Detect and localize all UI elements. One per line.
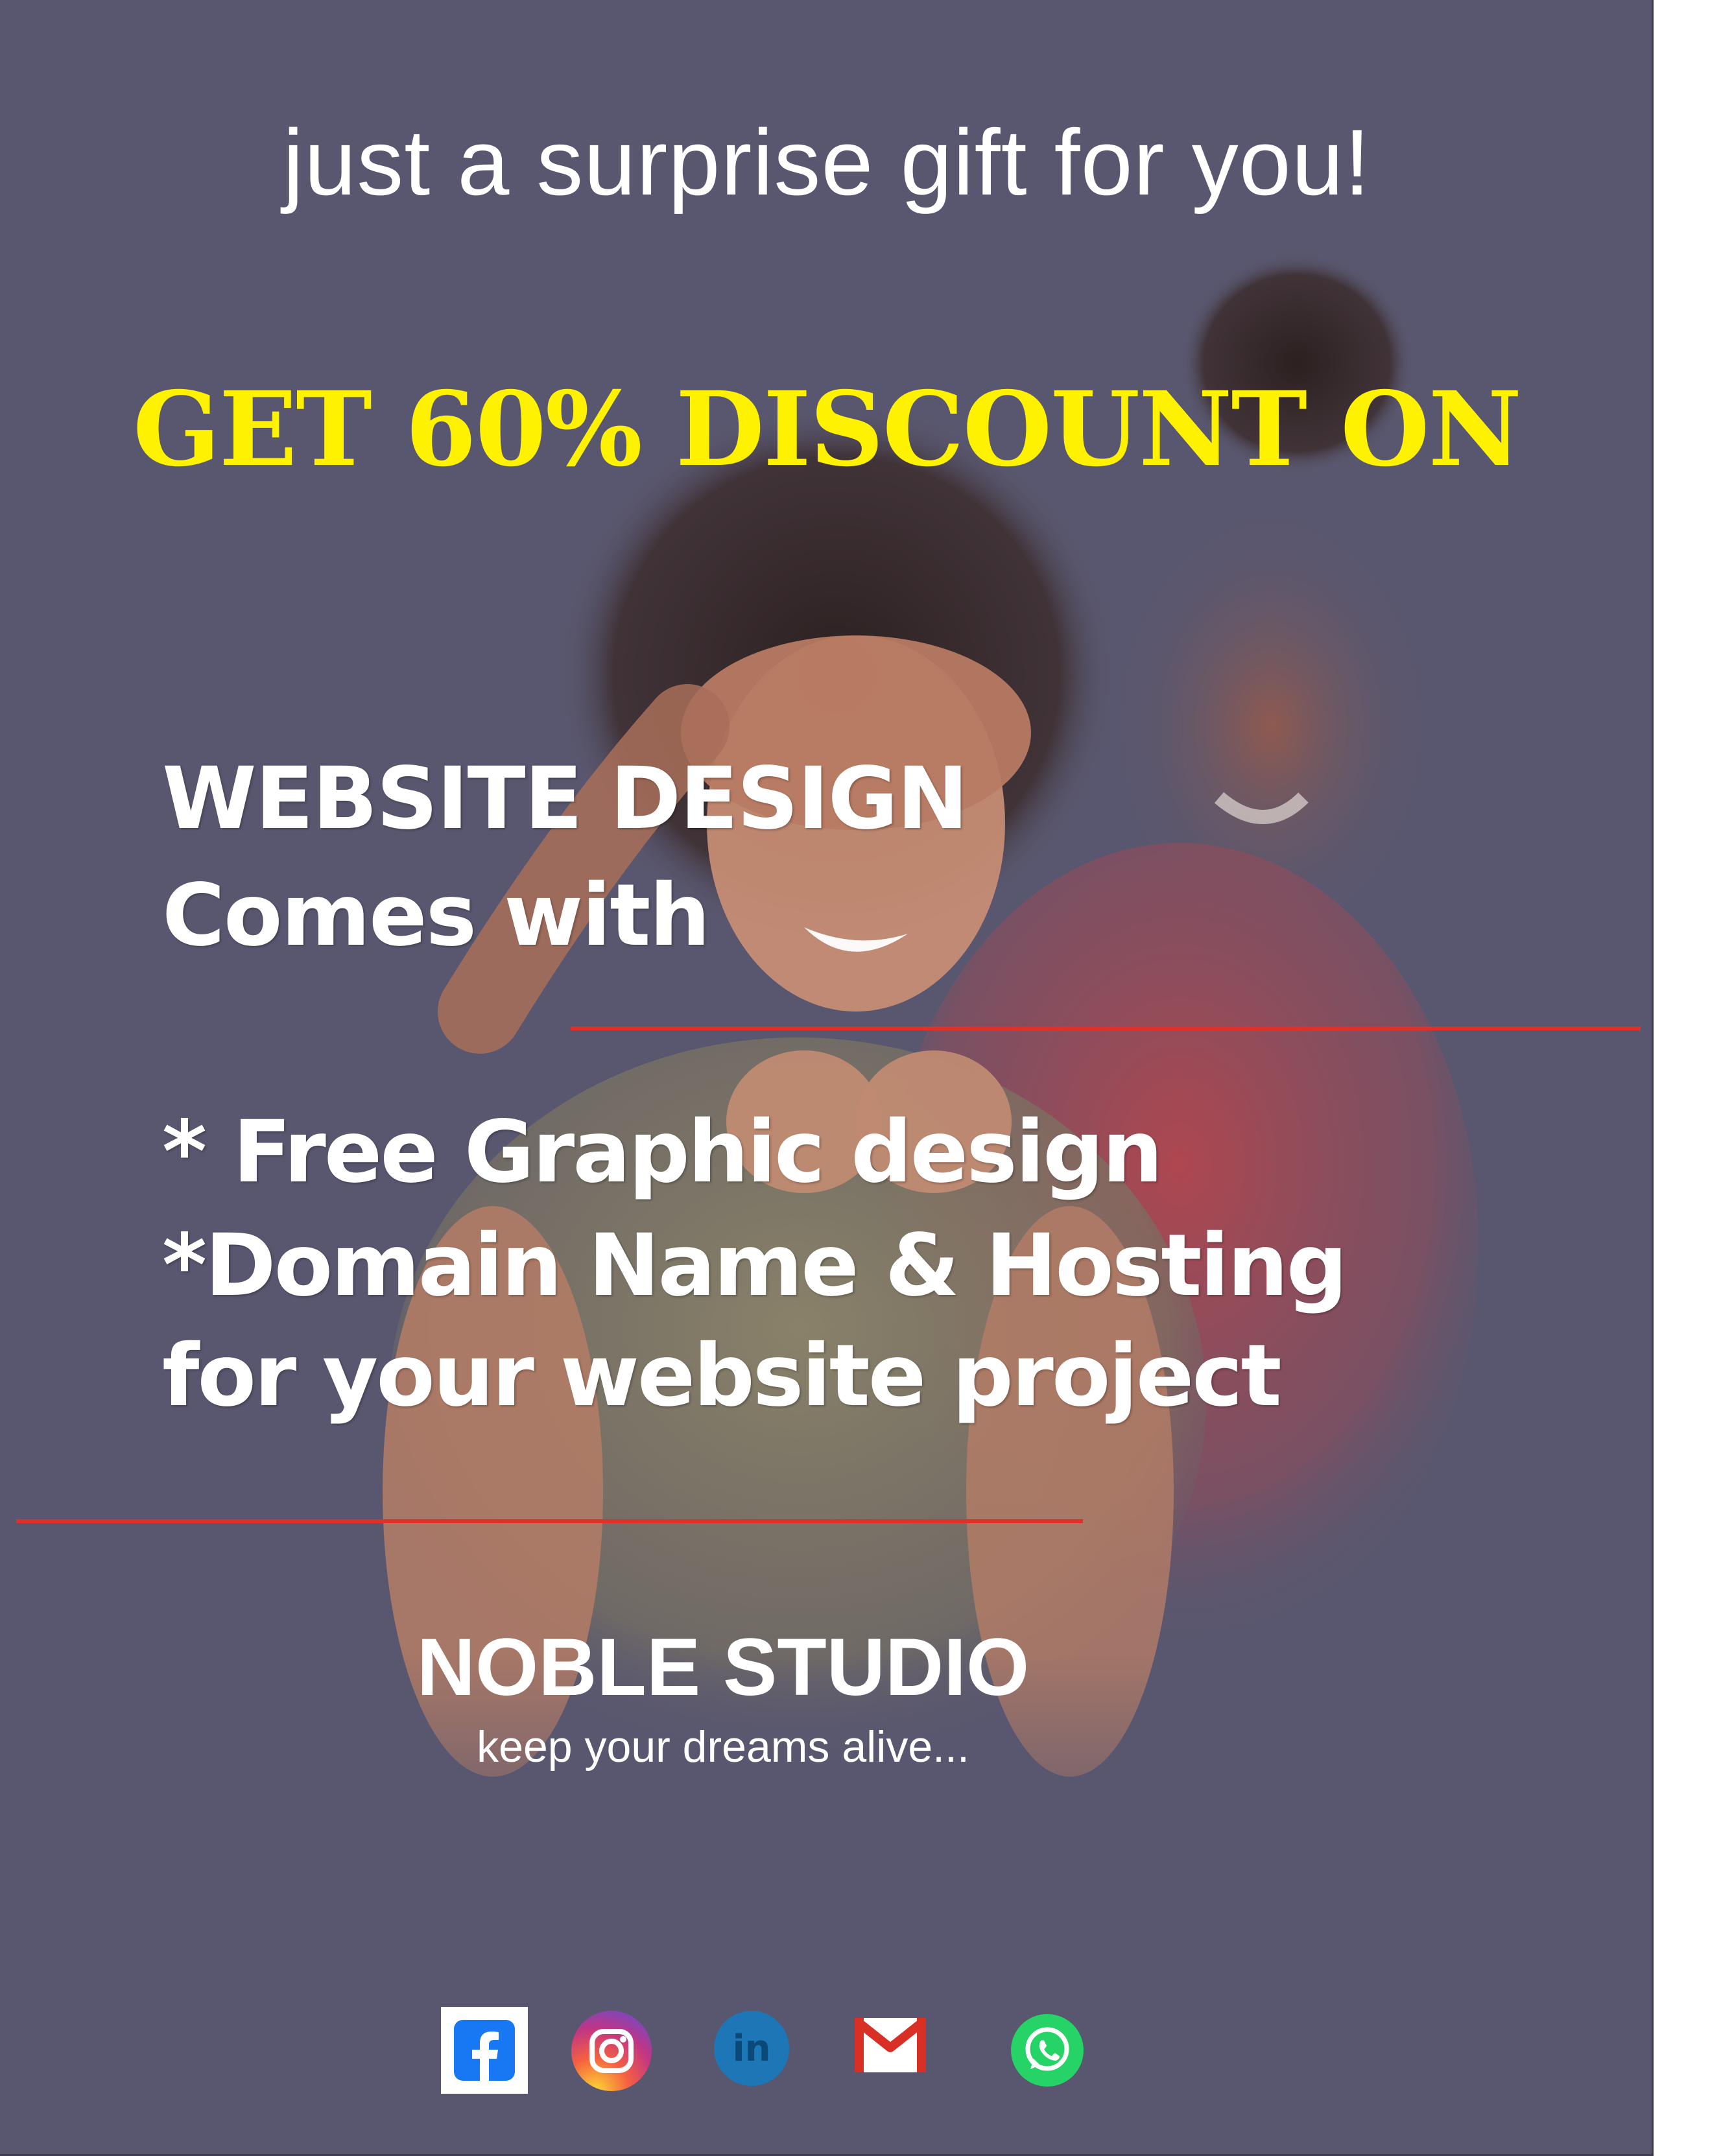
perk-item: *Domain Name & Hosting — [162, 1216, 1347, 1316]
divider-line — [571, 1026, 1641, 1030]
service-title: WEBSITE DESIGN — [162, 749, 968, 849]
brand-name: NOBLE STUDIO — [416, 1622, 1030, 1712]
couple-photo — [0, 253, 1652, 2154]
tagline: just a surprise gift for you! — [283, 110, 1371, 215]
promo-poster: just a surprise gift for you! GET 60% DI… — [0, 0, 1654, 2156]
divider-line — [16, 1519, 1083, 1523]
discount-headline: GET 60% DISCOUNT ON — [132, 370, 1522, 490]
facebook-icon[interactable] — [441, 2007, 528, 2094]
perk-item: * Free Graphic design — [162, 1102, 1163, 1202]
linkedin-icon[interactable]: in — [713, 2010, 790, 2087]
instagram-icon[interactable] — [571, 2010, 652, 2092]
perk-item: for your website project — [162, 1326, 1282, 1426]
svg-text:in: in — [732, 2028, 770, 2070]
whatsapp-icon[interactable] — [1010, 2013, 1084, 2087]
comes-with-label: Comes with — [162, 866, 710, 965]
brand-slogan: keep your dreams alive... — [477, 1722, 969, 1771]
gmail-icon[interactable] — [855, 2018, 926, 2072]
